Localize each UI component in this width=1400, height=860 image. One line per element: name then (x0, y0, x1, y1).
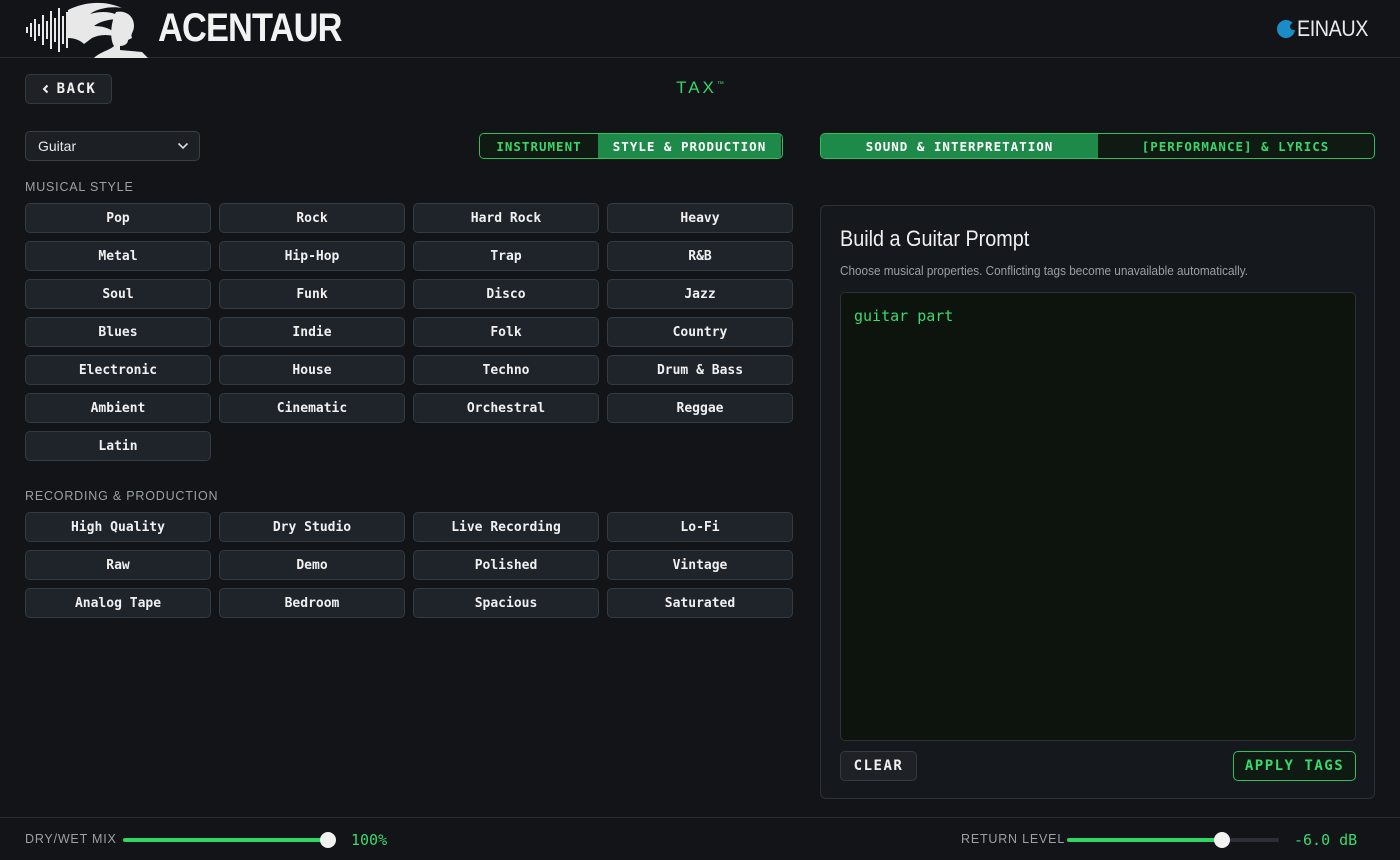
tag-button[interactable]: Pop (25, 203, 211, 233)
apply-tags-button[interactable]: APPLY TAGS (1233, 751, 1356, 781)
tag-button[interactable]: Dry Studio (219, 512, 405, 542)
tag-button[interactable]: Hard Rock (413, 203, 599, 233)
return-level-label: RETURN LEVEL (961, 832, 1066, 846)
tag-button[interactable]: Raw (25, 550, 211, 580)
app-header: ACENTAUR EINAUX (0, 0, 1400, 58)
tag-button[interactable]: Heavy (607, 203, 793, 233)
page-title: TAX™ (0, 78, 1400, 98)
dry-wet-handle[interactable] (320, 832, 336, 848)
partner-logo: EINAUX (1277, 16, 1376, 42)
tag-button[interactable]: Lo-Fi (607, 512, 793, 542)
tag-button[interactable]: Blues (25, 317, 211, 347)
dry-wet-label: DRY/WET MIX (25, 832, 117, 846)
tab-style-production[interactable]: STYLE & PRODUCTION (598, 134, 781, 158)
mix-footer: DRY/WET MIX 100% RETURN LEVEL -6.0 dB (0, 817, 1400, 860)
partner-name: EINAUX (1297, 16, 1369, 41)
recording-production-label: RECORDING & PRODUCTION (25, 489, 219, 503)
instrument-select[interactable]: Guitar (25, 131, 200, 161)
tag-button[interactable]: Jazz (607, 279, 793, 309)
return-level-slider[interactable] (1067, 832, 1279, 848)
tag-button[interactable]: Orchestral (413, 393, 599, 423)
panel-subtitle: Choose musical properties. Conflicting t… (840, 264, 1248, 278)
tag-button[interactable]: Demo (219, 550, 405, 580)
trademark-mark: ™ (716, 81, 724, 88)
tag-button[interactable]: Funk (219, 279, 405, 309)
tag-button[interactable]: Hip-Hop (219, 241, 405, 271)
tag-button[interactable]: Soul (25, 279, 211, 309)
tag-button[interactable]: Reggae (607, 393, 793, 423)
prompt-panel: Build a Guitar Prompt Choose musical pro… (820, 205, 1375, 799)
dry-wet-value: 100% (351, 831, 388, 849)
partner-dot-icon (1277, 20, 1298, 38)
dry-wet-slider[interactable] (123, 832, 336, 848)
chevron-down-icon (177, 142, 189, 150)
tag-button[interactable]: Country (607, 317, 793, 347)
centaur-logo-icon (26, 2, 148, 58)
tab-performance-lyrics[interactable]: [PERFORMANCE] & LYRICS (1098, 134, 1373, 158)
tag-button[interactable]: Latin (25, 431, 211, 461)
musical-style-label: MUSICAL STYLE (25, 180, 134, 194)
return-level-fill (1067, 838, 1222, 842)
dry-wet-fill (123, 838, 328, 842)
tag-button[interactable]: Polished (413, 550, 599, 580)
tag-button[interactable]: Rock (219, 203, 405, 233)
tag-button[interactable]: Vintage (607, 550, 793, 580)
panel-title: Build a Guitar Prompt (840, 226, 1030, 251)
tag-button[interactable]: Analog Tape (25, 588, 211, 618)
prompt-textarea[interactable]: guitar part (840, 292, 1356, 741)
tag-button[interactable]: Ambient (25, 393, 211, 423)
tag-button[interactable]: High Quality (25, 512, 211, 542)
tag-button[interactable]: Indie (219, 317, 405, 347)
recording-production-grid: High Quality Dry Studio Live Recording Lo-F… (25, 512, 793, 618)
return-level-handle[interactable] (1213, 832, 1230, 848)
return-level-value: -6.0 dB (1294, 831, 1358, 849)
clear-button[interactable]: CLEAR (840, 751, 917, 781)
tag-button[interactable]: Drum & Bass (607, 355, 793, 385)
mode-tabs: SOUND & INTERPRETATION [PERFORMANCE] & L… (820, 133, 1375, 159)
tag-button[interactable]: Spacious (413, 588, 599, 618)
tag-button[interactable]: Metal (25, 241, 211, 271)
tag-button[interactable]: Bedroom (219, 588, 405, 618)
tag-button[interactable]: Electronic (25, 355, 211, 385)
tab-instrument[interactable]: INSTRUMENT (480, 134, 598, 158)
brand-name: ACENTAUR (158, 6, 342, 50)
tag-button[interactable]: House (219, 355, 405, 385)
category-tabs: INSTRUMENT STYLE & PRODUCTION (479, 133, 783, 159)
page-title-text: TAX (676, 78, 717, 97)
tag-button[interactable]: R&B (607, 241, 793, 271)
tag-button[interactable]: Cinematic (219, 393, 405, 423)
tag-button[interactable]: Folk (413, 317, 599, 347)
tag-button[interactable]: Trap (413, 241, 599, 271)
musical-style-grid: Pop Rock Hard Rock Heavy Metal Hip-Hop Trap R&B… (25, 203, 793, 461)
tag-button[interactable]: Disco (413, 279, 599, 309)
tag-button[interactable]: Techno (413, 355, 599, 385)
tag-button[interactable]: Live Recording (413, 512, 599, 542)
tag-button[interactable]: Saturated (607, 588, 793, 618)
instrument-select-value: Guitar (38, 138, 77, 154)
tab-sound-interpretation[interactable]: SOUND & INTERPRETATION (821, 134, 1098, 158)
